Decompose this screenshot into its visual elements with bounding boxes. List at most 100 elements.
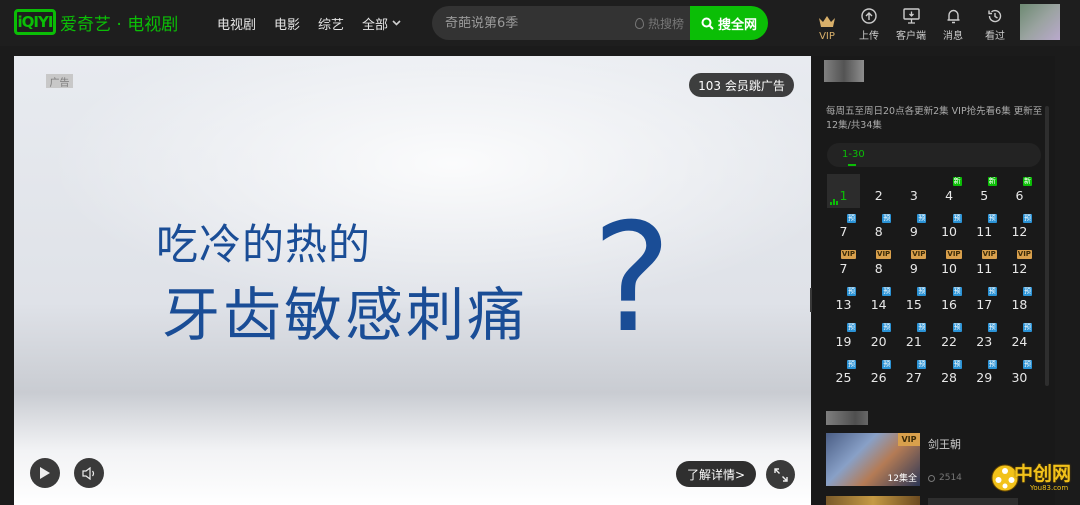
episode-item[interactable]: 6新 bbox=[1003, 174, 1036, 208]
episode-item[interactable]: 21 预 bbox=[897, 320, 930, 354]
preview-tag: 预 bbox=[917, 359, 927, 369]
hot-search-link[interactable]: 热搜榜 bbox=[634, 15, 684, 32]
watermark-url: You83.com bbox=[1030, 484, 1069, 492]
episode-item[interactable]: 23 预 bbox=[968, 320, 1001, 354]
episode-item[interactable]: 14 预 bbox=[862, 284, 895, 318]
recommend-thumbnail[interactable]: VIP 12集全 bbox=[826, 433, 920, 486]
episode-item[interactable]: 29 预 bbox=[968, 357, 1001, 391]
episode-range-tab[interactable]: 1-30 bbox=[842, 149, 865, 166]
show-title-redacted bbox=[824, 60, 864, 82]
update-schedule: 每周五至周日20点各更新2集 VIP抢先看6集 更新至12集/共34集 bbox=[826, 106, 1043, 131]
episode-item[interactable]: 16 预 bbox=[933, 284, 966, 318]
nav-item-variety[interactable]: 综艺 bbox=[318, 14, 344, 33]
volume-button[interactable] bbox=[74, 458, 104, 488]
episode-number: 10 bbox=[941, 224, 958, 240]
search-button[interactable]: 搜全网 bbox=[690, 6, 768, 40]
episode-item[interactable]: 8预 bbox=[862, 211, 895, 245]
episode-item[interactable]: 30 预 bbox=[1003, 357, 1036, 391]
history-label: 看过 bbox=[985, 31, 1005, 42]
preview-tag: 预 bbox=[952, 286, 962, 296]
episode-item[interactable]: 15 预 bbox=[897, 284, 930, 318]
episode-number: 2 bbox=[874, 187, 883, 203]
client-button[interactable]: 客户端 bbox=[889, 4, 933, 42]
upload-button[interactable]: 上传 bbox=[847, 4, 891, 42]
episode-number: 12 bbox=[1011, 260, 1028, 276]
search-input[interactable] bbox=[445, 15, 625, 31]
history-button[interactable]: 看过 bbox=[973, 4, 1017, 42]
vip-button[interactable]: VIP bbox=[805, 4, 849, 42]
episode-number: 8 bbox=[874, 260, 883, 276]
preview-tag: 预 bbox=[952, 359, 962, 369]
logo[interactable]: iQIYI 爱奇艺 · 电视剧 bbox=[14, 8, 178, 36]
episode-item[interactable]: 13 预 bbox=[827, 284, 860, 318]
recommend-thumbnail-2[interactable] bbox=[826, 496, 920, 505]
episode-item[interactable]: 7预 bbox=[827, 211, 860, 245]
episode-item[interactable]: 3 bbox=[897, 174, 930, 208]
nav-item-movie[interactable]: 电影 bbox=[274, 14, 300, 33]
episode-item[interactable]: 2 bbox=[862, 174, 895, 208]
avatar[interactable] bbox=[1020, 4, 1060, 40]
speaker-icon bbox=[81, 466, 94, 480]
episode-item[interactable]: 8 VIP bbox=[862, 247, 895, 281]
episode-number: 9 bbox=[909, 260, 918, 276]
episode-number: 25 bbox=[835, 370, 852, 386]
episode-number: 30 bbox=[1011, 370, 1028, 386]
preview-tag: 预 bbox=[847, 286, 856, 296]
vip-skip-ad-button[interactable]: 103 会员跳广告 bbox=[689, 73, 794, 97]
messages-button[interactable]: 消息 bbox=[931, 4, 975, 42]
nav-item-tv[interactable]: 电视剧 bbox=[217, 14, 256, 33]
episode-item[interactable]: 5新 bbox=[968, 174, 1001, 208]
vip-tag: VIP bbox=[946, 250, 962, 260]
preview-tag: 预 bbox=[987, 323, 997, 333]
episode-number: 13 bbox=[835, 297, 852, 313]
episode-item[interactable]: 18 预 bbox=[1003, 284, 1036, 318]
episode-item[interactable]: 24 预 bbox=[1003, 320, 1036, 354]
preview-tag: 预 bbox=[882, 359, 892, 369]
play-icon bbox=[40, 467, 50, 479]
learn-more-button[interactable]: 了解详情> bbox=[676, 461, 756, 487]
desktop-icon bbox=[902, 8, 920, 24]
episode-number: 4 bbox=[945, 187, 954, 203]
episode-item[interactable]: 1 bbox=[827, 174, 860, 208]
video-player[interactable]: 广告 103 会员跳广告 吃冷的热的 牙齿敏感刺痛 ? 了解详情> bbox=[14, 56, 811, 505]
episode-item[interactable]: 22 预 bbox=[933, 320, 966, 354]
episode-item[interactable]: 10 预 bbox=[933, 211, 966, 245]
episode-item[interactable]: 19 预 bbox=[827, 320, 860, 354]
episode-number: 5 bbox=[980, 187, 989, 203]
hot-search-label: 热搜榜 bbox=[647, 17, 684, 31]
recommend-title[interactable]: 剑王朝 bbox=[928, 436, 961, 452]
episode-item[interactable]: 20 预 bbox=[862, 320, 895, 354]
episode-item[interactable]: 28 预 bbox=[933, 357, 966, 391]
episode-item[interactable]: 27 预 bbox=[897, 357, 930, 391]
episode-item[interactable]: 12 VIP bbox=[1003, 247, 1036, 281]
history-icon bbox=[988, 9, 1002, 23]
preview-tag: 预 bbox=[1022, 323, 1032, 333]
vip-tag: VIP bbox=[876, 250, 892, 260]
episode-panel: 每周五至周日20点各更新2集 VIP抢先看6集 更新至12集/共34集 1-30… bbox=[812, 56, 1055, 505]
episode-item[interactable]: 9 VIP bbox=[897, 247, 930, 281]
play-button[interactable] bbox=[30, 458, 60, 488]
episode-item[interactable]: 12 预 bbox=[1003, 211, 1036, 245]
vip-label: VIP bbox=[819, 31, 835, 42]
preview-tag: 预 bbox=[917, 323, 927, 333]
episode-item[interactable]: 25 预 bbox=[827, 357, 860, 391]
episode-item[interactable]: 7 VIP bbox=[827, 247, 860, 281]
crown-icon bbox=[819, 16, 835, 27]
panel-scrollbar[interactable] bbox=[1045, 106, 1049, 386]
nav-item-all[interactable]: 全部 bbox=[362, 14, 401, 33]
new-tag: 新 bbox=[1022, 177, 1032, 186]
ad-question-mark: ? bbox=[592, 192, 672, 366]
fullscreen-button[interactable] bbox=[766, 460, 795, 489]
recommend-views: 2514 bbox=[928, 473, 962, 483]
episode-number: 12 bbox=[1011, 224, 1028, 240]
search-box: 热搜榜 bbox=[432, 6, 690, 40]
episode-item[interactable]: 11 VIP bbox=[968, 247, 1001, 281]
episode-item[interactable]: 10 VIP bbox=[933, 247, 966, 281]
episode-item[interactable]: 4新 bbox=[933, 174, 966, 208]
episode-item[interactable]: 17 预 bbox=[968, 284, 1001, 318]
episode-item[interactable]: 26 预 bbox=[862, 357, 895, 391]
iqiyi-logo-mark: iQIYI bbox=[14, 9, 56, 35]
episode-item[interactable]: 11 预 bbox=[968, 211, 1001, 245]
upload-label: 上传 bbox=[859, 31, 879, 42]
episode-item[interactable]: 9预 bbox=[897, 211, 930, 245]
